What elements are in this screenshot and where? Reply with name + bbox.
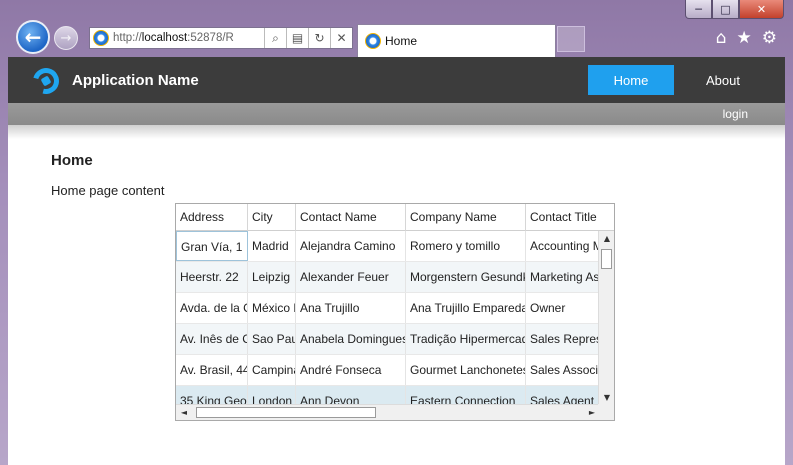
table-cell[interactable]: Ana Trujillo xyxy=(296,293,406,323)
table-cell[interactable]: Avda. de la Constitución 2222 xyxy=(176,293,248,323)
column-header-contact-name[interactable]: Contact Name xyxy=(296,204,406,231)
table-cell[interactable]: México D.F. xyxy=(248,293,296,323)
table-cell[interactable]: Anabela Domingues xyxy=(296,324,406,354)
table-cell[interactable]: Morgenstern Gesundkost xyxy=(406,262,526,292)
app-name[interactable]: Application Name xyxy=(72,72,199,89)
grid-header: Address City Contact Name Company Name C… xyxy=(176,204,614,231)
home-icon[interactable]: ⌂ xyxy=(716,28,727,48)
horizontal-scroll-thumb[interactable] xyxy=(196,407,376,418)
scroll-down-icon[interactable]: ▼ xyxy=(599,393,614,402)
back-button[interactable]: ← xyxy=(16,20,50,54)
page-content: Home page content xyxy=(51,183,165,198)
table-row[interactable]: Av. Brasil, 442CampinasAndré FonsecaGour… xyxy=(176,355,614,386)
table-row[interactable]: Avda. de la Constitución 2222México D.F.… xyxy=(176,293,614,324)
minimize-button[interactable]: ─ xyxy=(685,0,712,19)
app-header: Application Name Home About xyxy=(8,57,785,103)
scroll-left-icon[interactable]: ◄ xyxy=(176,408,192,417)
address-bar[interactable]: http://localhost:52878/R ⌕ ▤ ↻ ✕ xyxy=(89,27,353,49)
table-cell[interactable]: Romero y tomillo xyxy=(406,231,526,261)
search-icon[interactable]: ⌕ xyxy=(264,28,286,48)
nav-about[interactable]: About xyxy=(691,65,755,95)
app-logo-icon[interactable] xyxy=(28,63,64,99)
vertical-scroll-thumb[interactable] xyxy=(601,249,612,269)
table-cell[interactable]: Campinas xyxy=(248,355,296,385)
column-header-city[interactable]: City xyxy=(248,204,296,231)
table-cell[interactable]: Alexander Feuer xyxy=(296,262,406,292)
table-cell[interactable]: Gourmet Lanchonetes xyxy=(406,355,526,385)
table-cell[interactable]: André Fonseca xyxy=(296,355,406,385)
table-cell[interactable]: Ana Trujillo Emparedados y helados xyxy=(406,293,526,323)
close-button[interactable]: ✕ xyxy=(739,0,784,19)
table-cell[interactable]: Leipzig xyxy=(248,262,296,292)
ie-page-icon xyxy=(93,30,109,46)
web-page: Application Name Home About login Home H… xyxy=(8,57,785,465)
forward-button[interactable]: → xyxy=(54,26,78,50)
page-title: Home xyxy=(51,152,93,169)
table-row[interactable]: Av. Inês de Castro, 414Sao PauloAnabela … xyxy=(176,324,614,355)
column-header-address[interactable]: Address xyxy=(176,204,248,231)
gear-icon[interactable]: ⚙ xyxy=(762,28,777,48)
table-cell[interactable]: Heerstr. 22 xyxy=(176,262,248,292)
new-tab-button[interactable] xyxy=(557,26,585,52)
login-bar: login xyxy=(8,103,785,125)
browser-toolbar: ⌂ ★ ⚙ xyxy=(716,28,777,48)
tab-home[interactable]: Home xyxy=(357,24,556,57)
table-cell[interactable]: Av. Inês de Castro, 414 xyxy=(176,324,248,354)
window-controls: ─ □ ✕ xyxy=(685,0,784,19)
data-grid[interactable]: Address City Contact Name Company Name C… xyxy=(175,203,615,421)
table-row[interactable]: Gran Vía, 1 Madrid Alejandra Camino Romero … xyxy=(176,231,614,262)
table-cell[interactable]: Tradição Hipermercados xyxy=(406,324,526,354)
address-host: localhost xyxy=(141,32,188,44)
table-cell[interactable]: Sao Paulo xyxy=(248,324,296,354)
table-row[interactable]: Heerstr. 22 Leipzig Alexander Feuer Morgens… xyxy=(176,262,614,293)
horizontal-scrollbar[interactable]: ◄ ► xyxy=(176,404,600,420)
scroll-up-icon[interactable]: ▲ xyxy=(599,234,614,243)
scrollbar-corner xyxy=(598,404,614,420)
table-cell[interactable]: Alejandra Camino xyxy=(296,231,406,261)
browser-chrome: ─ □ ✕ ← → http://localhost:52878/R ⌕ ▤ ↻… xyxy=(0,0,793,57)
address-url[interactable]: http://localhost:52878/R xyxy=(113,32,264,44)
table-cell[interactable]: Madrid xyxy=(248,231,296,261)
maximize-button[interactable]: □ xyxy=(712,0,739,19)
header-shadow xyxy=(8,125,785,139)
column-header-contact-title[interactable]: Contact Title xyxy=(526,204,614,231)
tab-title: Home xyxy=(385,34,418,48)
ie-tab-icon xyxy=(365,33,381,49)
column-header-company-name[interactable]: Company Name xyxy=(406,204,526,231)
nav-home[interactable]: Home xyxy=(588,65,674,95)
table-cell[interactable]: Gran Vía, 1 xyxy=(176,231,248,261)
vertical-scrollbar[interactable]: ▲ ▼ xyxy=(598,231,614,405)
refresh-icon[interactable]: ↻ xyxy=(308,28,330,48)
compatibility-view-icon[interactable]: ▤ xyxy=(286,28,308,48)
table-cell[interactable]: Av. Brasil, 442 xyxy=(176,355,248,385)
stop-icon[interactable]: ✕ xyxy=(330,28,352,48)
favorites-icon[interactable]: ★ xyxy=(737,28,752,48)
login-link[interactable]: login xyxy=(723,107,748,121)
grid-body: Gran Vía, 1 Madrid Alejandra Camino Romero … xyxy=(176,231,614,420)
